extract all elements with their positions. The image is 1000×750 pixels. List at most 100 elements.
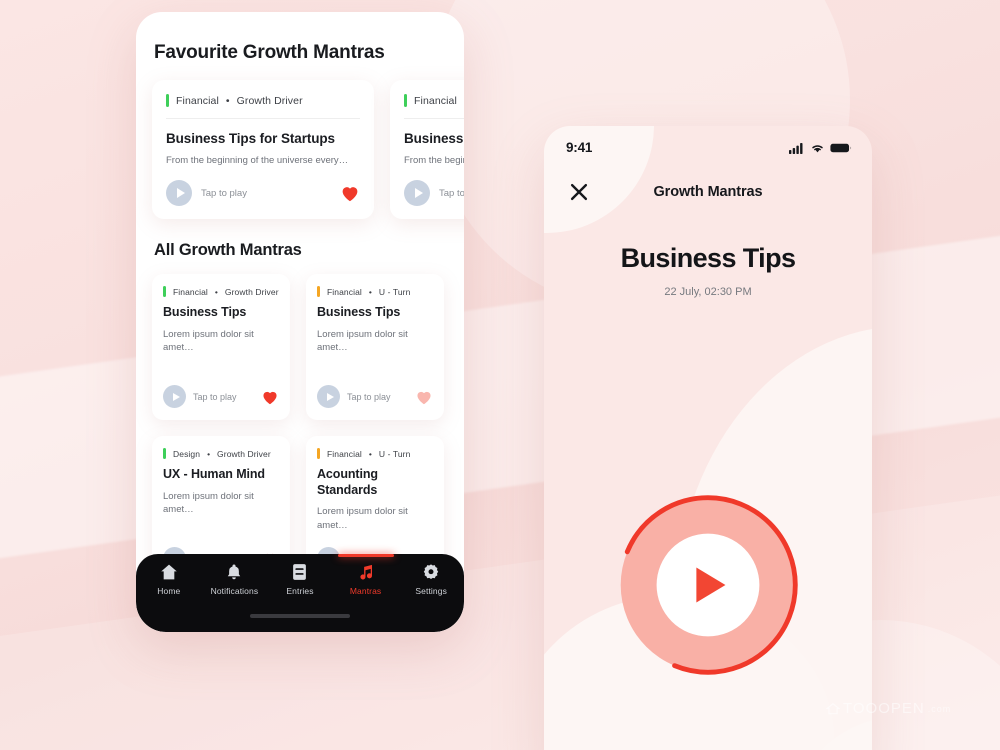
mantra-card[interactable]: Financial • U - Turn Business Tips Lorem… (306, 274, 444, 420)
home-icon (161, 564, 177, 580)
play-icon[interactable] (166, 180, 192, 206)
tag-type: U - Turn (378, 286, 411, 297)
tag-type: Growth Driver (236, 94, 303, 107)
player-header-title: Growth Mantras (653, 184, 763, 200)
nav-label: Settings (415, 586, 447, 596)
wifi-icon (812, 144, 823, 152)
play-label: Tap to play (201, 187, 247, 199)
signal-icon (789, 142, 803, 154)
play-icon[interactable] (317, 385, 340, 408)
card-footer: Tap to play (166, 180, 360, 206)
player-header: Growth Mantras (544, 155, 872, 203)
tag-separator-dot: • (368, 286, 372, 297)
card-tagline: Financial • U - Turn (317, 448, 433, 459)
nav-item-home[interactable]: Home (136, 563, 202, 610)
status-bar: 9:41 (544, 126, 872, 155)
left-phone-screen: Favourite Growth Mantras Financial • Gro… (136, 12, 464, 632)
bottom-nav-items: Home Notifications Entries Mantras Setti… (136, 554, 464, 610)
play-label: Tap to play (439, 187, 464, 199)
tag-separator-dot: • (207, 448, 211, 459)
tag-category: Financial (327, 448, 362, 459)
tag-accent-bar (163, 448, 166, 459)
favourites-card-row[interactable]: Financial • Growth Driver Business Tips … (136, 64, 464, 219)
tag-type: Growth Driver (217, 448, 271, 459)
tag-accent-bar (317, 286, 320, 297)
tag-category: Financial (414, 94, 457, 107)
favourite-card[interactable]: Financial • Growth Driver Business Tips … (152, 80, 374, 219)
tag-accent-bar (404, 94, 407, 107)
play-icon[interactable] (163, 385, 186, 408)
tag-separator-dot: • (225, 94, 230, 107)
tag-category: Design (173, 448, 201, 459)
favourite-heart-icon[interactable] (415, 389, 433, 405)
home-indicator[interactable] (250, 613, 350, 618)
player-screen-content: 9:41 Growth Mantras Business Tips 22 Jul… (544, 126, 872, 750)
tag-accent-bar (163, 286, 166, 297)
card-tagline: Financial • Growth Driver (404, 94, 464, 107)
track-date: 22 July, 02:30 PM (664, 286, 752, 298)
tag-category: Financial (327, 286, 362, 297)
nav-item-settings[interactable]: Settings (398, 563, 464, 610)
watermark-logo-icon (826, 702, 840, 714)
battery-icon (830, 143, 852, 152)
favourite-heart-icon[interactable] (261, 389, 279, 405)
nav-label: Notifications (210, 586, 259, 596)
tag-separator-dot: • (214, 286, 218, 297)
favourite-heart-icon[interactable] (340, 184, 360, 202)
card-description: Lorem ipsum dolor sit amet… (163, 490, 254, 516)
right-phone-screen: 9:41 Growth Mantras Business Tips 22 Jul… (544, 126, 872, 750)
card-description: From the beginning of the universe every… (166, 155, 349, 166)
play-button-control[interactable] (611, 488, 805, 682)
gear-icon (423, 564, 439, 580)
card-tagline: Financial • Growth Driver (166, 94, 360, 107)
card-tagline: Financial • U - Turn (317, 286, 433, 297)
favourite-card[interactable]: Financial • Growth Driver Business Tips … (390, 80, 464, 219)
card-description: From the beginning of the universe every… (404, 155, 464, 166)
nav-label: Mantras (349, 586, 382, 596)
card-divider (404, 118, 464, 119)
card-title: UX - Human Mind (163, 467, 265, 481)
bottom-navigation-bar: Home Notifications Entries Mantras Setti… (136, 554, 464, 632)
card-description: Lorem ipsum dolor sit amet… (163, 328, 254, 354)
favourites-section-title: Favourite Growth Mantras (154, 42, 385, 63)
card-divider (166, 118, 360, 119)
entries-icon (293, 564, 307, 580)
active-tab-indicator (337, 554, 394, 557)
nav-item-notifications[interactable]: Notifications (202, 563, 268, 610)
mantra-card[interactable]: Financial • Growth Driver Business Tips … (152, 274, 290, 420)
status-bar-icons (789, 142, 852, 154)
tag-accent-bar (317, 448, 320, 459)
play-icon[interactable] (404, 180, 430, 206)
nav-label: Entries (286, 586, 314, 596)
watermark-text: TOOOPEN (843, 700, 925, 717)
tag-category: Financial (173, 286, 208, 297)
tag-accent-bar (166, 94, 169, 107)
card-title: Acounting Standards (317, 467, 378, 497)
tag-type: Growth Driver (224, 286, 279, 297)
watermark: TOOOPEN .com (826, 700, 951, 717)
nav-item-mantras[interactable]: Mantras (333, 554, 399, 610)
card-tagline: Financial • Growth Driver (163, 286, 279, 297)
card-footer: Tap to play (317, 385, 433, 408)
watermark-suffix: .com (927, 703, 952, 714)
play-label: Tap to play (347, 391, 391, 402)
card-title: Business Tips (163, 305, 247, 319)
card-footer: Tap to play (404, 180, 464, 206)
all-mantras-grid: Financial • Growth Driver Business Tips … (136, 260, 464, 582)
bell-icon (228, 564, 241, 580)
nav-item-entries[interactable]: Entries (267, 563, 333, 610)
card-description: Lorem ipsum dolor sit amet… (317, 506, 408, 532)
card-tagline: Design • Growth Driver (163, 448, 279, 459)
card-description: Lorem ipsum dolor sit amet… (317, 328, 408, 354)
card-title: Business Tips for Startups (404, 131, 464, 146)
all-mantras-section-title: All Growth Mantras (154, 241, 302, 259)
card-title: Business Tips for Startups (166, 131, 335, 146)
play-label: Tap to play (193, 391, 237, 402)
tag-separator-dot: • (368, 448, 372, 459)
card-footer: Tap to play (163, 385, 279, 408)
music-note-icon (359, 564, 372, 580)
card-title: Business Tips (317, 305, 401, 319)
status-time: 9:41 (566, 140, 593, 155)
nav-label: Home (157, 586, 181, 596)
tag-type: U - Turn (378, 448, 411, 459)
